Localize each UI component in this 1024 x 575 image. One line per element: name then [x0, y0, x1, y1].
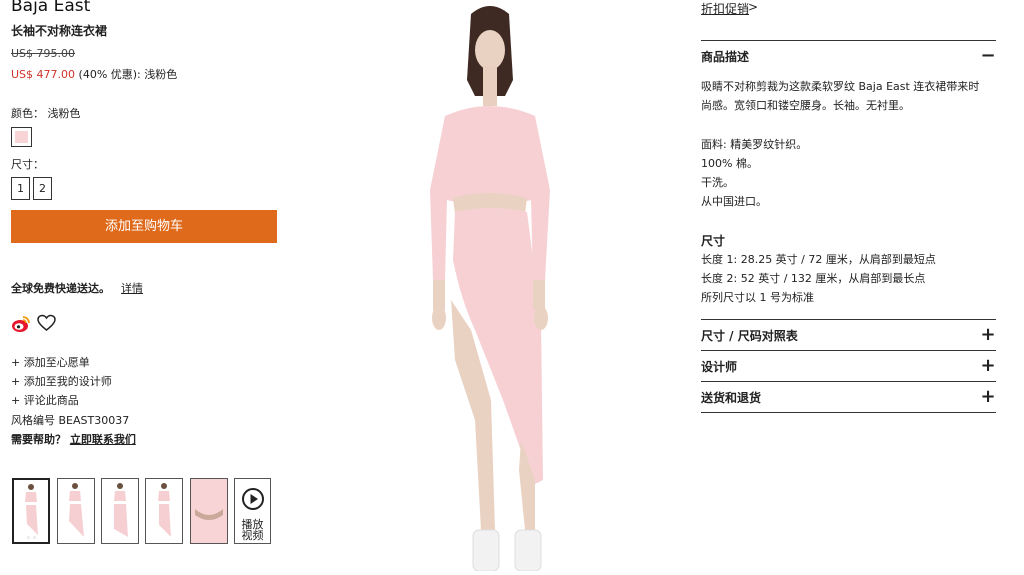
expand-icon[interactable]: +: [980, 355, 996, 376]
weibo-icon[interactable]: [11, 314, 31, 334]
discount-label: (40% 优惠):: [78, 68, 141, 81]
promo-link[interactable]: 折扣促销: [701, 0, 749, 17]
divider: [701, 40, 996, 41]
play-video-button[interactable]: 播放 视频: [234, 478, 271, 544]
color-label: 颜色： 浅粉色: [11, 105, 81, 121]
video-label-2: 视频: [241, 529, 264, 542]
add-to-wishlist-link[interactable]: + 添加至心愿单: [11, 354, 90, 370]
play-icon: [241, 488, 264, 510]
review-product-link[interactable]: + 评论此商品: [11, 392, 79, 408]
divider: [701, 381, 996, 382]
add-to-cart-button[interactable]: 添加至购物车: [11, 210, 277, 243]
divider: [701, 350, 996, 351]
thumbnail-1[interactable]: [12, 478, 50, 544]
size-title: 尺寸: [701, 234, 726, 248]
description-text: 吸睛不对称剪裁为这款柔软罗纹 Baja East 连衣裙带来时 尚感。宽领口和镂…: [701, 77, 979, 115]
thumbnail-4[interactable]: [145, 478, 183, 544]
thumbnail-5[interactable]: [190, 478, 228, 544]
heart-icon[interactable]: [36, 313, 57, 333]
size-line: 所列尺寸以 1 号为标准: [701, 291, 814, 304]
style-number: 风格编号 BEAST30037: [11, 414, 130, 427]
section-size-chart[interactable]: 尺寸 / 尺码对照表: [701, 327, 798, 344]
size-line: 长度 2: 52 英寸 / 132 厘米，从肩部到最长点: [701, 272, 926, 285]
section-shipping-returns[interactable]: 送货和退货: [701, 389, 761, 406]
brand-name[interactable]: Baja East: [11, 0, 90, 16]
divider: [701, 412, 996, 413]
swatch-fill: [15, 131, 28, 143]
help-line: 需要帮助？ 立即联系我们: [11, 431, 136, 447]
color-label-text: 颜色：: [11, 107, 44, 120]
section-designer[interactable]: 设计师: [701, 358, 737, 375]
color-value: 浅粉色: [47, 107, 81, 120]
promo-arrow-icon: >: [748, 0, 759, 14]
contact-us-link[interactable]: 立即联系我们: [70, 433, 136, 446]
thumbnail-3[interactable]: [101, 478, 139, 544]
description-line: 吸睛不对称剪裁为这款柔软罗纹 Baja East 连衣裙带来时: [701, 80, 980, 93]
material-line: 从中国进口。: [701, 195, 767, 208]
thumbnail-2[interactable]: [57, 478, 95, 544]
add-to-designers-link[interactable]: + 添加至我的设计师: [11, 373, 112, 389]
original-price: US$ 795.00: [11, 47, 76, 60]
help-prefix: 需要帮助？: [11, 433, 66, 446]
size-text: 长度 1: 28.25 英寸 / 72 厘米，从肩部到最短点 长度 2: 52 …: [701, 250, 936, 307]
size-line: 长度 1: 28.25 英寸 / 72 厘米，从肩部到最短点: [701, 253, 936, 266]
description-line: 尚感。宽领口和镂空腰身。长袖。无衬里。: [701, 99, 910, 112]
divider: [701, 319, 996, 320]
expand-icon[interactable]: +: [980, 386, 996, 407]
description-title[interactable]: 商品描述: [701, 48, 749, 65]
main-product-image[interactable]: [395, 0, 575, 572]
size-option-1[interactable]: 1: [11, 177, 30, 200]
product-title: 长袖不对称连衣裙: [11, 24, 108, 38]
size-label: 尺寸：: [11, 158, 44, 171]
material-line: 干洗。: [701, 176, 734, 189]
collapse-icon[interactable]: −: [980, 45, 996, 66]
sale-price-line: US$ 477.00 (40% 优惠): 浅粉色: [11, 66, 177, 82]
color-swatch[interactable]: [11, 127, 32, 147]
material-line: 面料: 精美罗纹针织。: [701, 138, 808, 151]
expand-icon[interactable]: +: [980, 324, 996, 345]
sale-price: US$ 477.00: [11, 68, 76, 81]
material-text: 面料: 精美罗纹针织。 100% 棉。 干洗。 从中国进口。: [701, 135, 807, 211]
size-option-2[interactable]: 2: [33, 177, 52, 200]
price-color-name: 浅粉色: [144, 68, 178, 81]
material-line: 100% 棉。: [701, 157, 758, 170]
shipping-details-link[interactable]: 详情: [121, 280, 143, 296]
shipping-info: 全球免费快递送达。: [11, 282, 110, 295]
